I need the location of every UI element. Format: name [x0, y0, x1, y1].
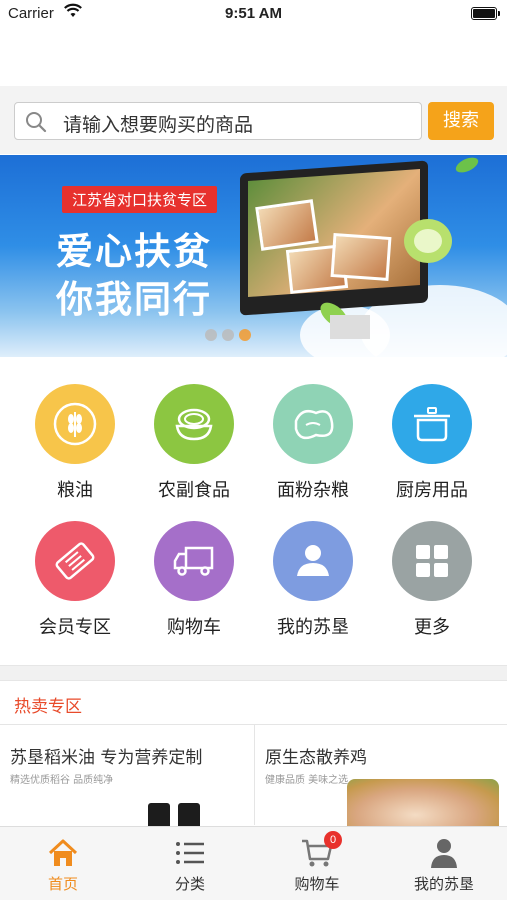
list-icon [176, 842, 204, 864]
banner-photo [255, 199, 319, 251]
category-label: 厨房用品 [396, 480, 468, 501]
battery-icon [471, 7, 500, 20]
category-label: 购物车 [167, 617, 221, 638]
category-label: 农副食品 [158, 480, 230, 501]
pot-icon [392, 384, 472, 464]
tab-label: 首页 [47, 875, 78, 893]
category-grain-oil[interactable]: 粮油 [20, 384, 130, 502]
category-label: 会员专区 [39, 617, 111, 638]
hot-section-title: 热卖专区 [14, 697, 82, 717]
profile-icon [431, 839, 457, 868]
category-member[interactable]: 会员专区 [20, 521, 130, 639]
status-bar: Carrier 9:51 AM [0, 0, 507, 28]
banner-monitor-stand [330, 315, 370, 339]
banner-tag: 江苏省对口扶贫专区 [62, 186, 218, 213]
category-my-suken[interactable]: 我的苏垦 [258, 521, 368, 639]
search-button[interactable]: 搜索 [428, 102, 494, 140]
apple-icon [404, 219, 452, 263]
category-agri-food[interactable]: 农副食品 [139, 384, 249, 502]
tab-home[interactable]: 首页 [0, 827, 126, 900]
product-name: 原生态散养鸡 [265, 748, 367, 768]
home-icon [48, 839, 78, 866]
category-label: 粮油 [57, 480, 93, 501]
banner-photo [330, 233, 392, 281]
category-label: 我的苏垦 [277, 617, 349, 638]
tab-label: 购物车 [294, 875, 340, 893]
grain-icon [35, 384, 115, 464]
category-flour-grains[interactable]: 面粉杂粮 [258, 384, 368, 502]
tab-bar: 首页 分类 0 购物车 我的苏垦 [0, 826, 507, 900]
promo-banner[interactable]: 江苏省对口扶贫专区 爱心扶贫 你我同行 [0, 155, 507, 357]
banner-pagination[interactable] [205, 326, 256, 345]
bowl-icon [154, 384, 234, 464]
banner-headline-2: 你我同行 [56, 278, 212, 321]
tab-cart[interactable]: 0 购物车 [254, 827, 380, 900]
section-divider [0, 665, 507, 681]
tab-profile[interactable]: 我的苏垦 [381, 827, 507, 900]
product-name: 苏垦稻米油 专为营养定制 [10, 748, 203, 768]
banner-dot[interactable] [222, 329, 234, 341]
clock: 9:51 AM [225, 5, 282, 22]
search-placeholder: 请输入想要购买的商品 [63, 114, 254, 136]
grid-icon [392, 521, 472, 601]
search-bar: 请输入想要购买的商品 搜索 [0, 86, 507, 154]
leaf-icon [455, 157, 479, 173]
bean-icon [273, 384, 353, 464]
category-kitchen[interactable]: 厨房用品 [377, 384, 487, 502]
search-icon [26, 112, 47, 133]
search-input[interactable]: 请输入想要购买的商品 [14, 102, 422, 140]
banner-dot[interactable] [205, 329, 217, 341]
ticket-icon [35, 521, 115, 601]
cart-badge: 0 [324, 831, 342, 849]
category-label: 更多 [414, 617, 450, 638]
category-more[interactable]: 更多 [377, 521, 487, 639]
product-subtitle: 健康品质 美味之选 [265, 775, 349, 786]
banner-headline-1: 爱心扶贫 [56, 230, 212, 273]
category-label: 面粉杂粮 [277, 480, 349, 501]
tab-label: 分类 [174, 875, 205, 893]
product-subtitle: 精选优质稻谷 品质纯净 [10, 775, 114, 786]
truck-icon [154, 521, 234, 601]
banner-dot-active[interactable] [239, 329, 251, 341]
tab-category[interactable]: 分类 [127, 827, 253, 900]
category-grid: 粮油 农副食品 面粉杂粮 厨房用品 会员专区 购物车 我的苏垦 更多 [0, 370, 507, 650]
category-cart[interactable]: 购物车 [139, 521, 249, 639]
user-icon [273, 521, 353, 601]
tab-label: 我的苏垦 [413, 875, 474, 893]
